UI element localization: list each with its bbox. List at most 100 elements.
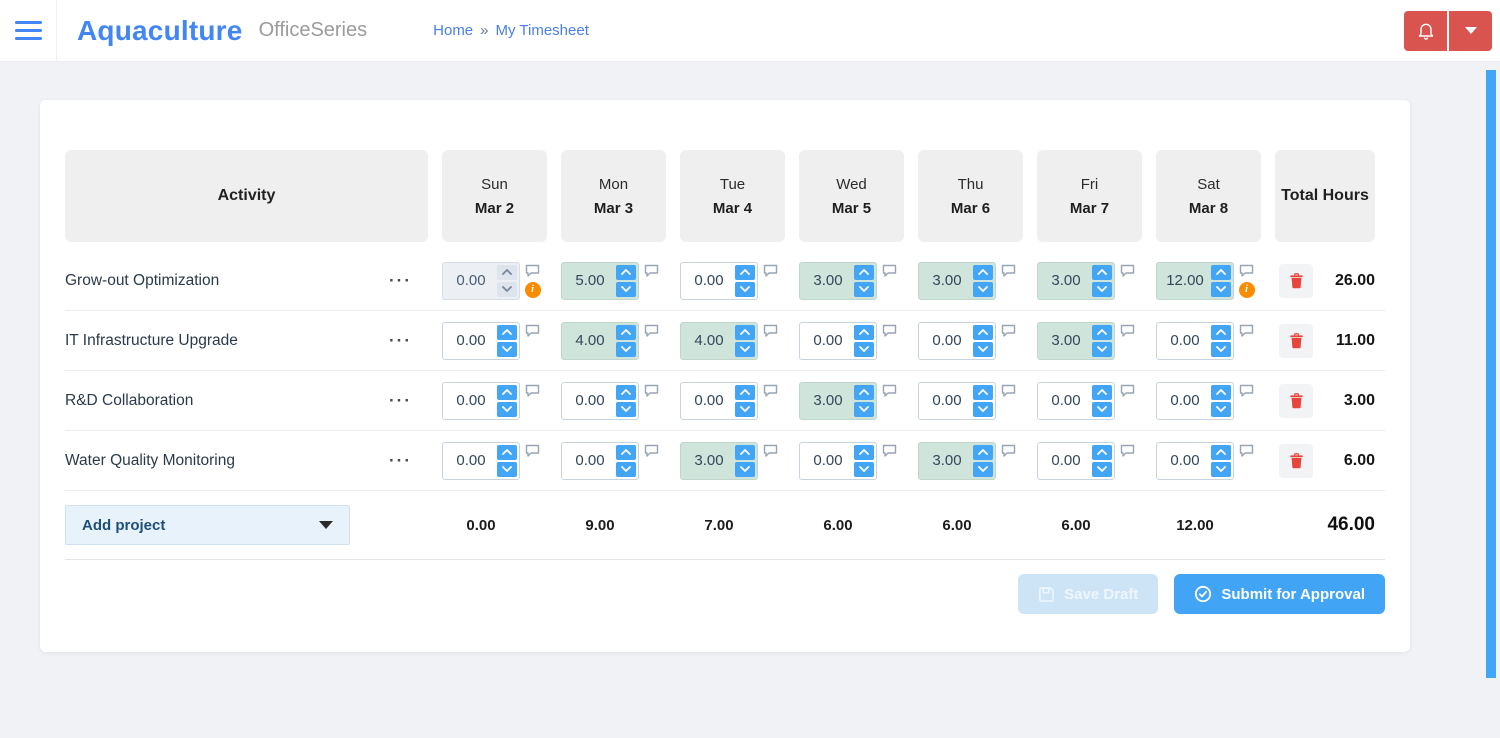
spinner-down-icon[interactable] (1092, 461, 1112, 477)
spinner-down-icon[interactable] (1211, 341, 1231, 357)
spinner-up-icon[interactable] (616, 384, 636, 400)
hours-input[interactable]: 0.00 (1037, 381, 1115, 420)
spinner-down-icon[interactable] (854, 401, 874, 417)
spinner-down-icon[interactable] (973, 461, 993, 477)
spinner-down-icon[interactable] (1092, 281, 1112, 297)
comment-icon[interactable] (525, 264, 540, 277)
user-menu-button[interactable] (1449, 10, 1492, 51)
spinner-up-icon[interactable] (616, 264, 636, 280)
hours-input[interactable]: 3.00 (680, 441, 758, 480)
spinner-up-icon[interactable] (973, 264, 993, 280)
hours-input[interactable]: 3.00 (1037, 321, 1115, 360)
spinner-down-icon[interactable] (616, 461, 636, 477)
spinner-down-icon[interactable] (973, 281, 993, 297)
comment-icon[interactable] (763, 264, 778, 277)
hours-input[interactable]: 0.00 (918, 321, 996, 360)
spinner-up-icon[interactable] (735, 324, 755, 340)
spinner-down-icon[interactable] (735, 341, 755, 357)
comment-icon[interactable] (882, 324, 897, 337)
spinner-up-icon[interactable] (735, 384, 755, 400)
comment-icon[interactable] (1120, 264, 1135, 277)
spinner-down-icon[interactable] (973, 341, 993, 357)
row-menu-button[interactable]: ··· (387, 448, 414, 473)
spinner-up-icon[interactable] (854, 384, 874, 400)
comment-icon[interactable] (1120, 324, 1135, 337)
comment-icon[interactable] (1239, 384, 1254, 397)
hours-input[interactable]: 3.00 (918, 441, 996, 480)
hours-input[interactable]: 12.00 (1156, 261, 1234, 300)
hours-input[interactable]: 0.00 (442, 321, 520, 360)
spinner-up-icon[interactable] (616, 444, 636, 460)
comment-icon[interactable] (525, 444, 540, 457)
spinner-down-icon[interactable] (1092, 341, 1112, 357)
comment-icon[interactable] (644, 384, 659, 397)
comment-icon[interactable] (644, 264, 659, 277)
submit-for-approval-button[interactable]: Submit for Approval (1174, 574, 1385, 614)
spinner-down-icon[interactable] (497, 401, 517, 417)
breadcrumb-home-link[interactable]: Home (433, 22, 473, 39)
spinner-down-icon[interactable] (616, 281, 636, 297)
save-draft-button[interactable]: Save Draft (1018, 574, 1159, 614)
hours-input[interactable]: 0.00 (799, 441, 877, 480)
comment-icon[interactable] (1001, 444, 1016, 457)
comment-icon[interactable] (525, 384, 540, 397)
hours-input[interactable]: 0.00 (680, 261, 758, 300)
spinner-up-icon[interactable] (735, 444, 755, 460)
comment-icon[interactable] (1239, 444, 1254, 457)
hours-input[interactable]: 3.00 (1037, 261, 1115, 300)
comment-icon[interactable] (1001, 324, 1016, 337)
add-project-dropdown[interactable]: Add project (65, 505, 350, 545)
comment-icon[interactable] (1001, 384, 1016, 397)
spinner-up-icon[interactable] (973, 444, 993, 460)
comment-icon[interactable] (882, 384, 897, 397)
spinner-up-icon[interactable] (973, 324, 993, 340)
spinner-up-icon[interactable] (497, 324, 517, 340)
spinner-down-icon[interactable] (1211, 401, 1231, 417)
spinner-up-icon[interactable] (854, 444, 874, 460)
hours-input[interactable]: 3.00 (918, 261, 996, 300)
delete-row-button[interactable] (1279, 383, 1313, 418)
row-menu-button[interactable]: ··· (387, 328, 414, 353)
hours-input[interactable]: 5.00 (561, 261, 639, 300)
hours-input[interactable]: 4.00 (561, 321, 639, 360)
spinner-up-icon[interactable] (1092, 384, 1112, 400)
delete-row-button[interactable] (1279, 443, 1313, 478)
row-menu-button[interactable]: ··· (387, 268, 414, 293)
hours-input[interactable]: 0.00 (561, 441, 639, 480)
spinner-up-icon[interactable] (973, 384, 993, 400)
comment-icon[interactable] (1239, 264, 1254, 277)
page-scrollbar[interactable] (1486, 70, 1496, 678)
hours-input[interactable]: 0.00 (799, 321, 877, 360)
hours-input[interactable]: 0.00 (680, 381, 758, 420)
hours-input[interactable]: 0.00 (1156, 381, 1234, 420)
spinner-up-icon[interactable] (1211, 264, 1231, 280)
hours-input[interactable]: 0.00 (1037, 441, 1115, 480)
spinner-down-icon[interactable] (616, 341, 636, 357)
spinner-down-icon[interactable] (1211, 461, 1231, 477)
comment-icon[interactable] (1239, 324, 1254, 337)
hours-input[interactable]: 0.00 (1156, 441, 1234, 480)
spinner-down-icon[interactable] (735, 281, 755, 297)
spinner-up-icon[interactable] (1211, 324, 1231, 340)
spinner-up-icon[interactable] (1092, 444, 1112, 460)
spinner-up-icon[interactable] (1211, 384, 1231, 400)
spinner-up-icon[interactable] (497, 444, 517, 460)
comment-icon[interactable] (882, 444, 897, 457)
spinner-down-icon[interactable] (854, 461, 874, 477)
spinner-up-icon[interactable] (1211, 444, 1231, 460)
hours-input[interactable]: 0.00 (1156, 321, 1234, 360)
spinner-up-icon[interactable] (854, 264, 874, 280)
spinner-down-icon[interactable] (973, 401, 993, 417)
comment-icon[interactable] (1001, 264, 1016, 277)
spinner-down-icon[interactable] (1211, 281, 1231, 297)
spinner-down-icon[interactable] (616, 401, 636, 417)
hours-input[interactable]: 0.00 (918, 381, 996, 420)
spinner-up-icon[interactable] (616, 324, 636, 340)
spinner-up-icon[interactable] (854, 324, 874, 340)
spinner-up-icon[interactable] (735, 264, 755, 280)
comment-icon[interactable] (763, 324, 778, 337)
comment-icon[interactable] (644, 324, 659, 337)
comment-icon[interactable] (763, 384, 778, 397)
comment-icon[interactable] (763, 444, 778, 457)
spinner-down-icon[interactable] (497, 341, 517, 357)
